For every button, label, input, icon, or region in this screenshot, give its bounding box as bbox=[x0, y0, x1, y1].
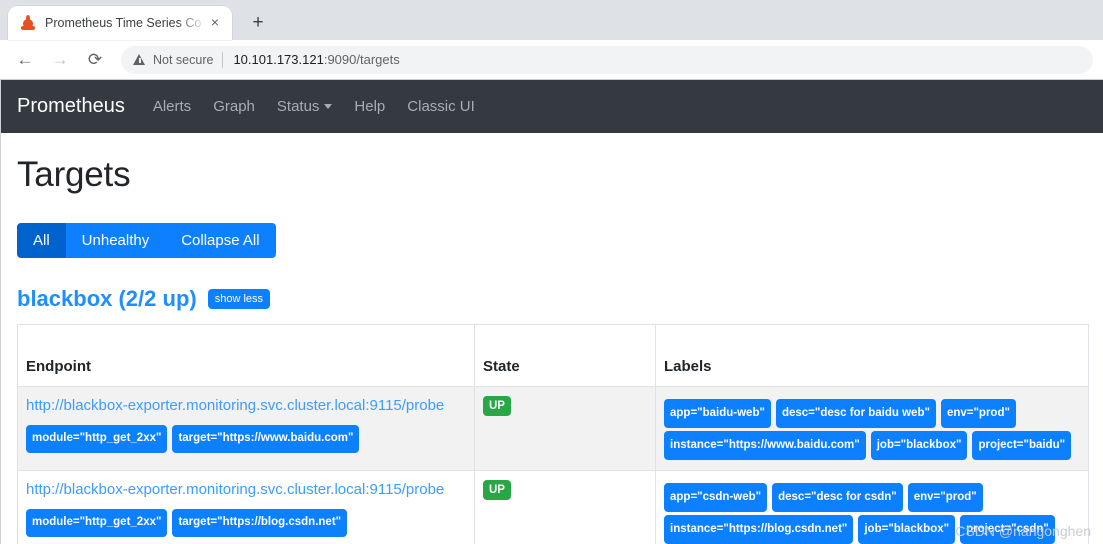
close-icon[interactable]: × bbox=[206, 14, 224, 32]
label-line: app="baidu-web" desc="desc for baidu web"… bbox=[664, 396, 1080, 428]
show-less-button[interactable]: show less bbox=[207, 289, 271, 309]
nav-item-label: Status bbox=[276, 98, 320, 115]
target-filter-button-group: All Unhealthy Collapse All bbox=[17, 223, 276, 258]
label-badge-desc: desc="desc for csdn" bbox=[772, 483, 903, 512]
endpoint-badges: module="http_get_2xx" target="https://www… bbox=[26, 422, 466, 453]
navbar-links: Alerts Graph Status Help Classic UI bbox=[153, 98, 497, 115]
security-status-text: Not secure bbox=[153, 52, 214, 67]
endpoint-badges: module="http_get_2xx" target="https://blo… bbox=[26, 506, 466, 537]
label-badge-project: project="baidu" bbox=[972, 431, 1072, 460]
omnibox-divider bbox=[222, 51, 224, 68]
cell-state: UP bbox=[474, 386, 656, 471]
prometheus-flame-icon bbox=[20, 15, 36, 31]
nav-item-label: Graph bbox=[213, 98, 255, 115]
endpoint-badge-target: target="https://www.baidu.com" bbox=[172, 424, 360, 453]
label-badge-env: env="prod" bbox=[940, 399, 1016, 428]
column-header-labels: Labels bbox=[655, 324, 1089, 387]
watermark-text: CSDN @nangonghen bbox=[955, 523, 1091, 539]
label-badge-env: env="prod" bbox=[907, 483, 983, 512]
cell-endpoint: http://blackbox-exporter.monitoring.svc.… bbox=[17, 386, 475, 471]
url-path: :9090/targets bbox=[323, 52, 400, 67]
job-title[interactable]: blackbox (2/2 up) bbox=[17, 286, 197, 312]
page-content: Targets All Unhealthy Collapse All black… bbox=[1, 155, 1103, 544]
browser-tab[interactable]: Prometheus Time Series Co × bbox=[8, 6, 232, 40]
status-badge: UP bbox=[483, 480, 511, 500]
targets-table: Endpoint State Labels http://blackbox-ex… bbox=[17, 324, 1089, 544]
tab-title: Prometheus Time Series Co bbox=[45, 16, 202, 30]
reload-icon[interactable]: ⟳ bbox=[80, 45, 110, 75]
targets-table-body: http://blackbox-exporter.monitoring.svc.… bbox=[17, 386, 1089, 544]
cell-endpoint: http://blackbox-exporter.monitoring.svc.… bbox=[17, 470, 475, 544]
address-bar[interactable]: Not secure 10.101.173.121:9090/targets bbox=[121, 45, 1093, 74]
nav-item-label: Classic UI bbox=[407, 98, 475, 115]
filter-unhealthy-button[interactable]: Unhealthy bbox=[65, 223, 166, 258]
forward-arrow-icon[interactable]: → bbox=[45, 45, 75, 75]
nav-item-alerts[interactable]: Alerts bbox=[153, 98, 191, 115]
label-badge-app: app="csdn-web" bbox=[664, 483, 768, 512]
navbar-brand[interactable]: Prometheus bbox=[17, 95, 125, 118]
label-badge-instance: instance="https://www.baidu.com" bbox=[664, 431, 866, 460]
table-row: http://blackbox-exporter.monitoring.svc.… bbox=[17, 386, 1089, 471]
column-header-endpoint: Endpoint bbox=[17, 324, 475, 387]
endpoint-link[interactable]: http://blackbox-exporter.monitoring.svc.… bbox=[26, 480, 466, 501]
browser-toolbar: ← → ⟳ Not secure 10.101.173.121:9090/tar… bbox=[0, 40, 1103, 80]
chevron-down-icon bbox=[324, 104, 333, 109]
label-badge-app: app="baidu-web" bbox=[664, 399, 771, 428]
new-tab-button[interactable]: + bbox=[244, 9, 272, 37]
label-badge-instance: instance="https://blog.csdn.net" bbox=[664, 515, 854, 544]
url-host: 10.101.173.121 bbox=[233, 52, 324, 67]
collapse-all-button[interactable]: Collapse All bbox=[165, 223, 276, 258]
back-arrow-icon[interactable]: ← bbox=[10, 45, 40, 75]
label-badge-job: job="blackbox" bbox=[870, 431, 968, 460]
prometheus-navbar: Prometheus Alerts Graph Status Help Clas… bbox=[1, 80, 1103, 133]
prometheus-app: Prometheus Alerts Graph Status Help Clas… bbox=[0, 80, 1103, 544]
label-badge-job: job="blackbox" bbox=[858, 515, 956, 544]
table-header-row: Endpoint State Labels bbox=[17, 324, 1089, 387]
targets-table-head: Endpoint State Labels bbox=[17, 324, 1089, 387]
table-row: http://blackbox-exporter.monitoring.svc.… bbox=[17, 470, 1089, 544]
warning-triangle-icon bbox=[133, 53, 146, 66]
job-header: blackbox (2/2 up) show less bbox=[17, 286, 1087, 312]
cell-state: UP bbox=[474, 470, 656, 544]
nav-item-status[interactable]: Status bbox=[277, 98, 333, 115]
nav-item-label: Help bbox=[354, 98, 386, 115]
page-title: Targets bbox=[17, 155, 131, 194]
status-badge: UP bbox=[483, 396, 511, 416]
endpoint-link[interactable]: http://blackbox-exporter.monitoring.svc.… bbox=[26, 396, 466, 417]
cell-labels: app="baidu-web" desc="desc for baidu web"… bbox=[655, 386, 1089, 471]
endpoint-badge-module: module="http_get_2xx" bbox=[26, 424, 168, 453]
label-badge-desc: desc="desc for baidu web" bbox=[775, 399, 936, 428]
endpoint-badge-module: module="http_get_2xx" bbox=[26, 508, 168, 537]
endpoint-badge-target: target="https://blog.csdn.net" bbox=[172, 508, 348, 537]
tab-strip: Prometheus Time Series Co × + bbox=[0, 0, 1103, 40]
column-header-state: State bbox=[474, 324, 656, 387]
nav-item-help[interactable]: Help bbox=[354, 98, 385, 115]
nav-item-classic-ui[interactable]: Classic UI bbox=[407, 98, 475, 115]
browser-chrome: Prometheus Time Series Co × + ← → ⟳ Not … bbox=[0, 0, 1103, 80]
filter-all-button[interactable]: All bbox=[17, 223, 66, 258]
nav-item-label: Alerts bbox=[152, 98, 192, 115]
nav-item-graph[interactable]: Graph bbox=[213, 98, 255, 115]
label-line: instance="https://www.baidu.com" job="bla… bbox=[664, 428, 1080, 460]
label-line: app="csdn-web" desc="desc for csdn" env="p… bbox=[664, 480, 1080, 512]
